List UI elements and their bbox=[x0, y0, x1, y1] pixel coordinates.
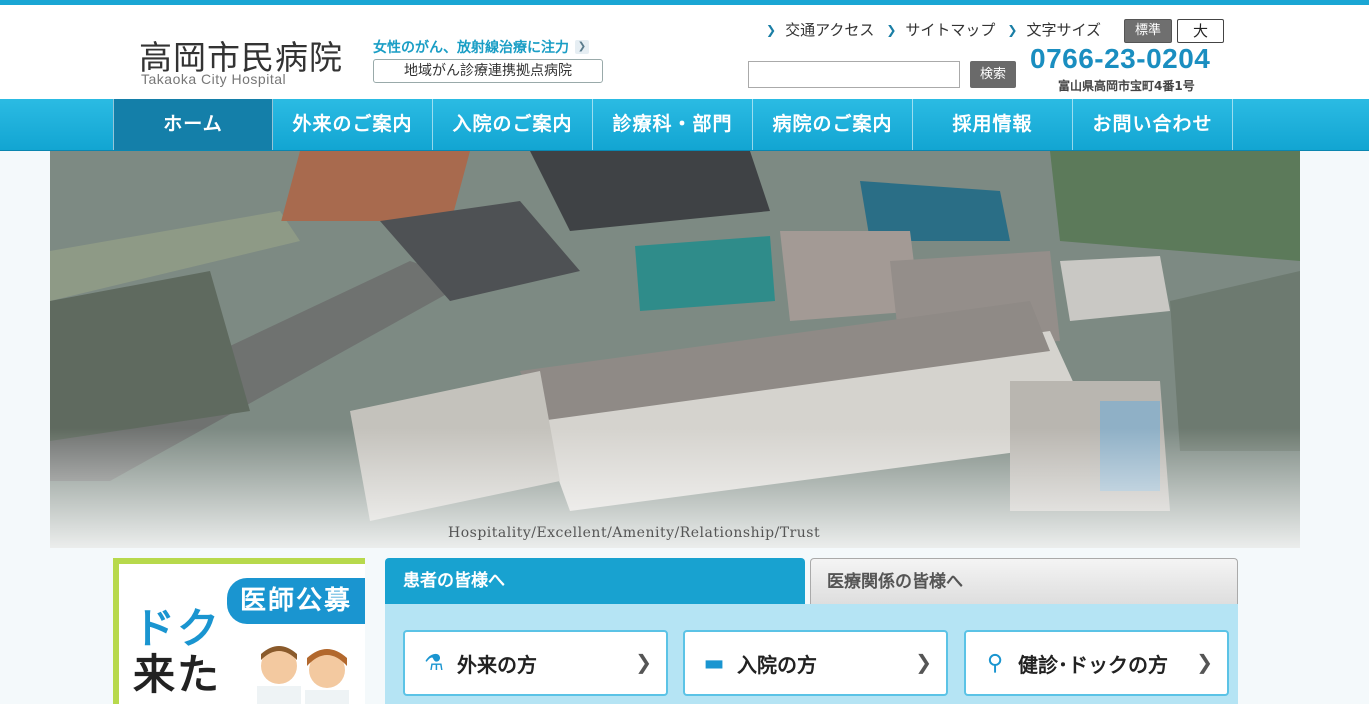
address: 富山県高岡市宝町4番1号 bbox=[1058, 79, 1195, 93]
recruit-banner-copy: ドク 来た bbox=[133, 606, 233, 698]
hero-caption: Hospitality/Excellent/Amenity/Relationsh… bbox=[448, 525, 821, 541]
nav-item-recruit[interactable]: 採用情報 bbox=[913, 99, 1073, 150]
site-header: 高岡市民病院 Takaoka City Hospital 女性のがん、放射線治療… bbox=[0, 5, 1369, 99]
outpatient-button-label: 外来の方 bbox=[457, 652, 537, 677]
checkup-button-label: 健診･ドックの方 bbox=[1018, 652, 1168, 677]
font-size-normal-button[interactable]: 標準 bbox=[1124, 19, 1172, 43]
chevron-right-icon: ❯ bbox=[915, 650, 932, 674]
chevron-right-icon: ❯ bbox=[635, 650, 652, 674]
font-size-large-button[interactable]: 大 bbox=[1177, 19, 1224, 43]
chevron-right-icon: ❯ bbox=[886, 22, 897, 37]
util-link-label: サイトマップ bbox=[905, 21, 996, 39]
nav-item-inpatient[interactable]: 入院のご案内 bbox=[433, 99, 593, 150]
util-link-access[interactable]: ❯ 交通アクセス bbox=[766, 19, 874, 40]
nav-item-home[interactable]: ホーム bbox=[113, 99, 273, 150]
nav-item-outpatient[interactable]: 外来のご案内 bbox=[273, 99, 433, 150]
nav-item-departments[interactable]: 診療科・部門 bbox=[593, 99, 753, 150]
inpatient-button[interactable]: ▬ 入院の方 ❯ bbox=[683, 630, 948, 696]
chevron-right-icon: ❯ bbox=[575, 40, 589, 54]
patients-panel: ⚗ 外来の方 ❯ ▬ 入院の方 ❯ ⚲ 健診･ドックの方 ❯ bbox=[385, 604, 1238, 704]
chevron-right-icon: ❯ bbox=[1007, 22, 1018, 37]
tagline-text: 女性のがん、放射線治療に注力 bbox=[373, 40, 569, 56]
hero-image: Hospitality/Excellent/Amenity/Relationsh… bbox=[50, 151, 1300, 548]
global-nav: ホーム 外来のご案内 入院のご案内 診療科・部門 病院のご案内 採用情報 お問い… bbox=[0, 99, 1369, 151]
outpatient-button[interactable]: ⚗ 外来の方 ❯ bbox=[403, 630, 668, 696]
nav-item-contact[interactable]: お問い合わせ bbox=[1073, 99, 1233, 150]
search-button[interactable]: 検索 bbox=[970, 61, 1016, 88]
bed-icon: ▬ bbox=[703, 650, 725, 676]
tagline-link[interactable]: 女性のがん、放射線治療に注力 ❯ bbox=[373, 37, 589, 57]
recruit-banner-title: 医師公募 bbox=[227, 578, 365, 624]
person-search-icon: ⚲ bbox=[986, 650, 1004, 676]
util-link-text-size: ❯ 文字サイズ bbox=[1007, 19, 1101, 40]
recruit-banner[interactable]: 医師公募 ドク 来た bbox=[113, 558, 365, 704]
nav-item-about[interactable]: 病院のご案内 bbox=[753, 99, 913, 150]
tab-medical-professionals[interactable]: 医療関係の皆様へ bbox=[810, 558, 1238, 604]
stethoscope-icon: ⚗ bbox=[424, 650, 444, 676]
chevron-right-icon: ❯ bbox=[766, 22, 777, 37]
inpatient-button-label: 入院の方 bbox=[737, 652, 817, 677]
chevron-right-icon: ❯ bbox=[1196, 650, 1213, 674]
recruit-copy-line-1: 来た bbox=[133, 650, 222, 699]
site-logo-en: Takaoka City Hospital bbox=[141, 71, 287, 87]
phone-number: 0766-23-0204 bbox=[1030, 43, 1211, 74]
util-link-label: 文字サイズ bbox=[1026, 21, 1102, 39]
search-input[interactable] bbox=[748, 61, 960, 88]
designation-badge: 地域がん診療連携拠点病院 bbox=[373, 59, 603, 83]
recruit-copy-line-2: ドク bbox=[133, 604, 222, 653]
checkup-button[interactable]: ⚲ 健診･ドックの方 ❯ bbox=[964, 630, 1229, 696]
doctors-illustration bbox=[257, 646, 349, 704]
util-link-label: 交通アクセス bbox=[785, 21, 875, 39]
utility-nav: ❯ 交通アクセス ❯ サイトマップ ❯ 文字サイズ bbox=[766, 19, 1101, 40]
util-link-sitemap[interactable]: ❯ サイトマップ bbox=[886, 19, 995, 40]
tab-patients[interactable]: 患者の皆様へ bbox=[385, 558, 805, 604]
